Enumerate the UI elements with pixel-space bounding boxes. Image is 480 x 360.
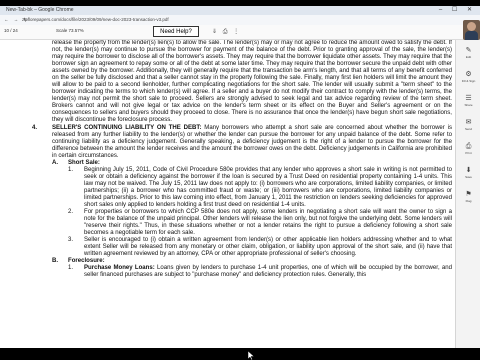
item-label: 1. bbox=[68, 265, 74, 271]
need-help-button[interactable]: Need Help? bbox=[153, 26, 199, 37]
document-viewer[interactable]: release the property from the lender(s) … bbox=[0, 40, 455, 348]
tool-button-print[interactable]: ⎙ Print bbox=[460, 142, 477, 157]
section-number: 4. bbox=[32, 125, 38, 131]
printer-icon: ⎙ bbox=[465, 143, 472, 150]
item-a1: 1. Beginning July 15, 2011, Code of Civi… bbox=[52, 167, 452, 209]
browser-window: New-Tab-bk – Google Chrome – ☐ ✕ ← → ↻ z… bbox=[0, 6, 480, 348]
tool-label: Share bbox=[464, 103, 473, 107]
tool-label: Print bbox=[465, 151, 472, 155]
tool-button-save[interactable]: ⬇ Save bbox=[460, 166, 477, 181]
subsection-heading: Short Sale: bbox=[68, 160, 100, 166]
window-title: New-Tab-bk – Google Chrome bbox=[6, 7, 74, 13]
section-heading: SELLER'S CONTINUING LIABILITY ON THE DEB… bbox=[52, 125, 202, 131]
tool-button-flag[interactable]: ⚑ Flag bbox=[460, 190, 477, 205]
avatar-head bbox=[467, 22, 476, 31]
window-titlebar: New-Tab-bk – Google Chrome – ☐ ✕ bbox=[0, 6, 480, 15]
pdf-toolbar: 10 / 24 Scale 73.57% Need Help? ⇓ ⎙ ⋮ bbox=[0, 25, 480, 40]
window-controls[interactable]: – ☐ ✕ bbox=[439, 6, 476, 15]
item-label: 1. bbox=[68, 167, 74, 173]
toolbar-icons[interactable]: ⇓ ⎙ ⋮ bbox=[212, 28, 241, 36]
section-4: 4. SELLER'S CONTINUING LIABILITY ON THE … bbox=[32, 125, 452, 160]
tool-label: Edit bbox=[465, 55, 472, 59]
tool-label: Send bbox=[464, 127, 472, 131]
item-a3: 3. Seller is encouraged to (i) obtain a … bbox=[52, 237, 452, 258]
tool-label: Flag bbox=[465, 199, 472, 203]
item-label: 2. bbox=[68, 209, 74, 215]
tool-button-share[interactable]: ☰ Share bbox=[460, 94, 477, 109]
subsection-a: A. Short Sale: bbox=[52, 160, 452, 167]
menu-icon: ☰ bbox=[465, 95, 472, 102]
item-body: For properties or borrowers to which CCP… bbox=[84, 209, 452, 236]
zoom-level[interactable]: Scale 73.57% bbox=[56, 28, 84, 33]
item-b1: 1. Purchase Money Loans: Loans given by … bbox=[52, 265, 452, 279]
subsection-heading: Foreclosure: bbox=[68, 258, 105, 264]
mouse-cursor-icon bbox=[248, 351, 254, 360]
avatar-body bbox=[465, 31, 478, 40]
item-heading: Purchase Money Loans: bbox=[84, 265, 155, 271]
right-tool-panel: ✎ Edit ⚙ Fill & Sign ☰ Share ✉ Send ⎙ Pr… bbox=[455, 40, 480, 348]
tool-label: Save bbox=[465, 175, 472, 179]
tool-button-fill-sign[interactable]: ⚙ Fill & Sign bbox=[460, 70, 477, 85]
letterbox-bottom bbox=[0, 348, 480, 360]
download-icon: ⬇ bbox=[465, 167, 472, 174]
item-a2: 2. For properties or borrowers to which … bbox=[52, 209, 452, 237]
item-body: Beginning July 15, 2011, Code of Civil P… bbox=[84, 167, 452, 208]
document-page: release the property from the lender(s) … bbox=[32, 40, 452, 279]
url-text[interactable]: zipflorepapers.com/docs/file/2023/09/09/… bbox=[22, 15, 169, 25]
tool-button-edit[interactable]: ✎ Edit bbox=[460, 46, 477, 61]
item-body: Seller is encouraged to (i) obtain a wri… bbox=[84, 237, 452, 257]
tool-label: Fill & Sign bbox=[461, 79, 476, 83]
paragraph-short-sale-terms: release the property from the lender(s) … bbox=[52, 40, 452, 123]
gear-icon: ⚙ bbox=[465, 71, 472, 78]
subsection-label: A. bbox=[52, 160, 59, 166]
presenter-webcam-avatar bbox=[463, 20, 480, 40]
item-label: 3. bbox=[68, 237, 74, 243]
flag-icon: ⚑ bbox=[465, 191, 472, 198]
subsection-label: B. bbox=[52, 258, 59, 264]
tool-button-send[interactable]: ✉ Send bbox=[460, 118, 477, 133]
video-frame: New-Tab-bk – Google Chrome – ☐ ✕ ← → ↻ z… bbox=[0, 0, 480, 360]
page-counter[interactable]: 10 / 24 bbox=[4, 28, 18, 33]
envelope-icon: ✉ bbox=[465, 119, 472, 126]
subsection-b: B. Foreclosure: bbox=[52, 258, 452, 265]
pencil-icon: ✎ bbox=[465, 47, 472, 54]
